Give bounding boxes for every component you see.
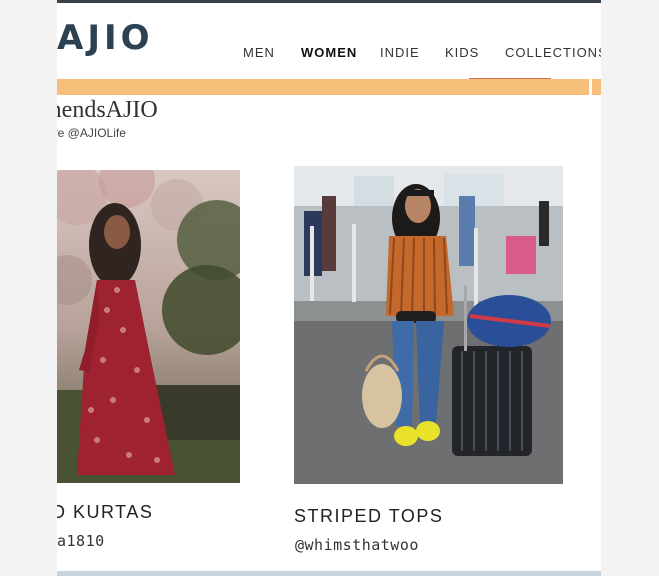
bottom-border [57,571,601,576]
banner-divider [589,79,592,95]
card-handle-kurtas[interactable]: a1810 [57,532,105,550]
card-handle-striped-tops[interactable]: @whimsthatwoo [295,536,419,554]
main-nav: MEN WOMEN INDIE KIDS COLLECTIONS [57,45,601,65]
section-hashtag: mendsAJIO [57,97,158,123]
card-photo-striped-tops[interactable] [294,166,563,484]
promo-banner-strip[interactable] [57,79,601,95]
nav-women[interactable]: WOMEN [301,45,357,60]
woman-in-red-dress-photo [57,170,240,483]
nav-indie[interactable]: INDIE [380,45,420,60]
section-subtitle: ove @AJIOLife [57,126,126,140]
top-border [57,0,601,3]
card-photo-kurtas[interactable] [57,170,240,483]
page-frame: AJIO MEN WOMEN INDIE KIDS COLLECTIONS me… [57,0,601,576]
card-title-kurtas[interactable]: D KURTAS [57,502,153,523]
card-title-striped-tops[interactable]: STRIPED TOPS [294,506,443,527]
nav-men[interactable]: MEN [243,45,275,60]
nav-kids[interactable]: KIDS [445,45,479,60]
woman-with-luggage-photo [294,166,563,484]
nav-collections[interactable]: COLLECTIONS [505,45,601,60]
